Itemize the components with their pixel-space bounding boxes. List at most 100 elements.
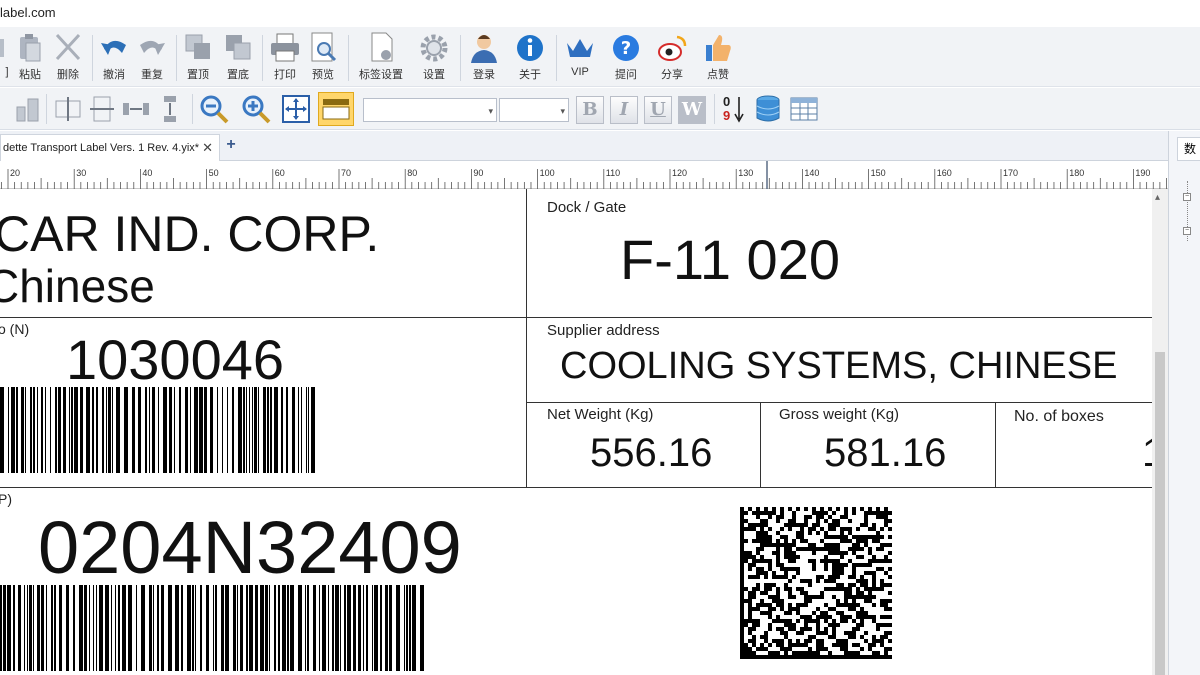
supplier-caption[interactable]: Supplier address [547,322,660,339]
net-weight-value[interactable]: 556.16 [590,431,712,476]
horizontal-ruler: 20 30 40 50 60 70 80 90 100 110 120 130 140 150 160 170… [0,161,1168,189]
vip-button[interactable]: VIP [562,31,598,85]
database-icon[interactable] [752,93,784,125]
ruler-label: 100 [540,168,555,178]
dock-value[interactable]: F-11 020 [620,227,840,292]
company-subtitle[interactable]: Chinese [0,259,155,313]
dock-caption[interactable]: Dock / Gate [547,199,626,216]
gear-icon [420,34,448,62]
paste-button[interactable]: 粘贴 [14,31,46,85]
vertical-center-icon[interactable] [86,93,118,125]
label-settings-button[interactable]: 标签设置 [356,31,406,85]
underline-button[interactable]: U [644,96,672,124]
like-button[interactable]: 点赞 [700,31,736,85]
ruler-label: 30 [76,168,86,178]
part-value[interactable]: 1030046 [66,327,284,392]
vertical-scrollbar[interactable]: ▴ [1152,189,1168,675]
boxes-caption[interactable]: No. of boxes [1014,408,1104,426]
horizontal-center-icon[interactable] [52,93,84,125]
font-size-select[interactable]: ▾ [499,98,569,122]
net-weight-caption[interactable]: Net Weight (Kg) [547,406,653,423]
scrollbar-thumb[interactable] [1155,352,1165,675]
divider-row-1 [0,317,1152,318]
add-tab-button[interactable]: + [223,136,239,154]
ruler-label: 150 [871,168,886,178]
datamatrix-code[interactable] [740,507,892,659]
gross-weight-caption[interactable]: Gross weight (Kg) [779,406,899,423]
send-to-back-button[interactable]: 置底 [222,31,254,85]
svg-text:?: ? [621,38,631,59]
printer-icon [271,33,299,62]
wrap-text-button[interactable]: W [678,96,706,124]
fit-to-window-icon[interactable] [280,93,312,125]
ruler-label: 90 [473,168,483,178]
bold-button[interactable]: B [576,96,604,124]
undo-button[interactable]: 撤消 [98,31,130,85]
share-button[interactable]: 分享 [654,31,690,85]
ruler-icon [322,99,350,120]
ruler-label: 20 [10,168,20,178]
tree-collapse-icon[interactable]: − [1183,227,1191,235]
gross-weight-value[interactable]: 581.16 [824,431,946,476]
sort-button[interactable]: 0 9 [720,93,746,125]
ruler-label: 70 [341,168,351,178]
question-icon: ? [613,35,639,61]
ruler-label: 80 [407,168,417,178]
boxes-value[interactable]: 1 [1142,431,1152,476]
serial-caption[interactable]: P) [0,491,12,507]
ruler-toggle-button[interactable] [318,92,354,126]
tree-collapse-icon[interactable]: − [1183,193,1191,201]
delete-button[interactable]: 删除 [52,31,84,85]
ruler-label: 170 [1003,168,1018,178]
delete-icon [55,33,81,61]
about-button[interactable]: 关于 [512,31,548,85]
horizontal-distribute-icon[interactable] [120,93,152,125]
divider-supplier [526,402,1152,403]
zoom-in-icon[interactable] [240,93,272,125]
part-caption[interactable]: o (N) [0,321,29,337]
ruler-label: 160 [937,168,952,178]
close-icon[interactable]: ✕ [202,135,213,161]
zoom-out-icon[interactable] [198,93,230,125]
cut-icon [0,39,4,57]
divider-weight [760,402,761,487]
send-to-back-icon [226,35,251,60]
preview-icon [311,32,337,62]
print-button[interactable]: 打印 [268,31,302,85]
divider-vertical-main [526,189,527,487]
ruler-label: 130 [738,168,753,178]
company-name[interactable]: CAR IND. CORP. [0,205,379,263]
settings-button[interactable]: 设置 [416,31,452,85]
bring-to-front-icon [185,34,210,59]
login-button[interactable]: 登录 [466,31,502,85]
redo-button[interactable]: 重复 [136,31,168,85]
ruler-label: 60 [275,168,285,178]
question-button[interactable]: ? 提问 [608,31,644,85]
vertical-distribute-icon[interactable] [154,93,186,125]
font-family-select[interactable]: ▾ [363,98,497,122]
ruler-ticks: 20 30 40 50 60 70 80 90 100 110 120 130 140 150 160 170… [0,161,1167,189]
table-icon[interactable] [788,93,820,125]
document-tab[interactable]: dette Transport Label Vers. 1 Rev. 4.yix… [0,134,220,161]
cut-button[interactable]: ] [0,31,10,85]
label-canvas[interactable]: CAR IND. CORP. Chinese Dock / Gate F-11 … [0,189,1152,675]
bring-to-front-button[interactable]: 置顶 [182,31,214,85]
same-height-icon[interactable] [12,93,44,125]
scroll-up-icon[interactable]: ▴ [1155,192,1160,203]
main-toolbar: ] 粘贴 删除 撤消 重复 置顶 置底 打印 预览 标签设置 设置 登录 关于 … [0,27,1200,87]
preview-button[interactable]: 预览 [306,31,340,85]
italic-button[interactable]: I [610,96,638,124]
data-panel-tab[interactable]: 数 [1177,137,1200,161]
label-settings-icon [371,32,393,62]
ruler-label: 140 [804,168,819,178]
part-barcode[interactable] [0,387,318,473]
serial-barcode[interactable] [0,585,424,671]
divider-row-2 [0,487,1152,488]
divider-boxes [995,402,996,487]
serial-value[interactable]: 0204N32409 [38,505,462,590]
supplier-value[interactable]: COOLING SYSTEMS, CHINESE [560,345,1117,388]
weibo-icon [658,35,687,61]
plus-icon: + [226,136,236,153]
ruler-label: 110 [606,168,620,178]
arrow-down-icon [734,97,744,123]
